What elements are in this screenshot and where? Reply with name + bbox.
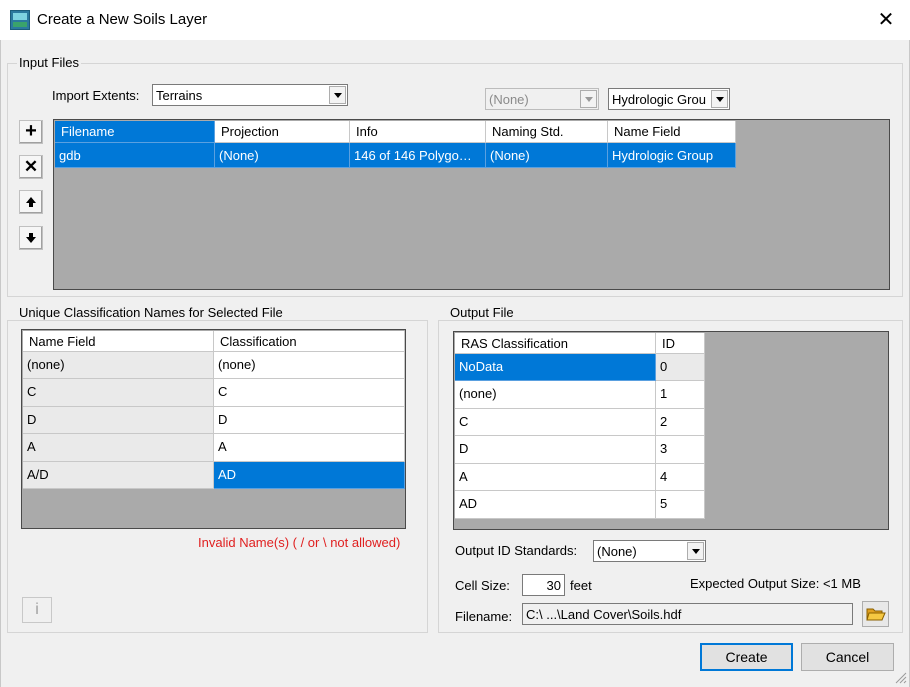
table-cell[interactable]: (None) [215,143,350,168]
table-cell: A [23,434,214,462]
cancel-button[interactable]: Cancel [801,643,894,671]
naming-std-value: (None) [489,92,529,107]
unique-names-label: Unique Classification Names for Selected… [17,305,285,320]
output-grid[interactable]: RAS Classification ID NoData 0 (none) 1 … [453,331,889,530]
move-up-button[interactable] [19,190,43,214]
expected-output-size: Expected Output Size: <1 MB [690,576,861,591]
invalid-names-warning: Invalid Name(s) ( / or \ not allowed) [198,535,401,550]
unique-names-grid[interactable]: Name Field Classification (none) (none) … [21,329,406,529]
table-cell[interactable]: AD [455,491,656,519]
column-header-naming-std[interactable]: Naming Std. [486,121,608,143]
table-cell: D [23,407,214,434]
table-cell[interactable]: C [455,409,656,436]
column-header-info[interactable]: Info [350,121,486,143]
table-cell[interactable]: (none) [455,381,656,409]
table-cell[interactable]: A [455,464,656,491]
classification-input[interactable]: C [214,379,405,407]
filename-label: Filename: [455,609,513,624]
classification-input[interactable]: A [214,434,405,462]
table-cell: A/D [23,462,214,489]
close-icon[interactable]: ✕ [872,6,900,34]
input-files-label: Input Files [17,55,81,70]
cell-size-input[interactable]: 30 [522,574,565,596]
add-file-button[interactable]: + [19,120,43,144]
column-header-name-field[interactable]: Name Field [608,121,736,143]
filename-value: C:\ ...\Land Cover\Soils.hdf [526,607,682,622]
output-id-standards-label: Output ID Standards: [455,543,578,558]
table-cell[interactable]: (None) [486,143,608,168]
table-cell[interactable]: 146 of 146 Polygo… [350,143,486,168]
window-title: Create a New Soils Layer [37,11,208,28]
arrow-down-icon [26,233,36,243]
import-extents-label: Import Extents: [52,88,140,103]
folder-open-icon [866,608,886,621]
filename-field[interactable]: C:\ ...\Land Cover\Soils.hdf [522,603,853,625]
resize-grip-icon[interactable] [893,670,907,684]
output-id-standards-value: (None) [597,544,637,559]
column-header-ras-classification[interactable]: RAS Classification [455,333,656,354]
input-files-grid[interactable]: Filename Projection Info Naming Std. Nam… [53,119,890,290]
table-cell[interactable]: NoData [455,354,656,381]
create-button[interactable]: Create [700,643,793,671]
import-extents-value: Terrains [156,88,203,103]
naming-std-dropdown: (None) [485,88,599,110]
name-field-dropdown[interactable]: Hydrologic Grou [608,88,730,110]
table-cell[interactable]: 1 [656,381,705,409]
table-cell: (none) [23,352,214,379]
table-cell[interactable]: 5 [656,491,705,519]
table-cell[interactable]: 2 [656,409,705,436]
column-header-id[interactable]: ID [656,333,705,354]
info-button[interactable]: i [22,597,52,623]
table-cell[interactable]: D [455,436,656,464]
chevron-down-icon[interactable] [711,90,728,108]
table-cell[interactable]: 4 [656,464,705,491]
name-field-value: Hydrologic Grou [612,92,706,107]
remove-file-button[interactable]: ✕ [19,155,43,179]
arrow-up-icon [26,197,36,207]
column-header-projection[interactable]: Projection [215,121,350,143]
classification-input[interactable]: D [214,407,405,434]
cell-size-unit: feet [570,578,592,593]
browse-folder-button[interactable] [862,601,889,627]
table-cell[interactable]: 3 [656,436,705,464]
output-id-standards-dropdown[interactable]: (None) [593,540,706,562]
table-cell: 0 [656,354,705,381]
cell-size-value: 30 [546,578,561,593]
table-cell[interactable]: Hydrologic Group [608,143,736,168]
move-down-button[interactable] [19,226,43,250]
table-cell: C [23,379,214,407]
classification-input[interactable]: AD [214,462,405,489]
column-header-name-field[interactable]: Name Field [23,331,214,352]
cell-size-label: Cell Size: [455,578,510,593]
chevron-down-icon[interactable] [687,542,704,560]
column-header-classification[interactable]: Classification [214,331,405,352]
chevron-down-icon [580,90,597,108]
import-extents-dropdown[interactable]: Terrains [152,84,348,106]
app-icon [10,10,30,30]
classification-input[interactable]: (none) [214,352,405,379]
chevron-down-icon[interactable] [329,86,346,104]
column-header-filename[interactable]: Filename [55,121,215,143]
output-file-label: Output File [448,305,516,320]
table-cell[interactable]: gdb [55,143,215,168]
